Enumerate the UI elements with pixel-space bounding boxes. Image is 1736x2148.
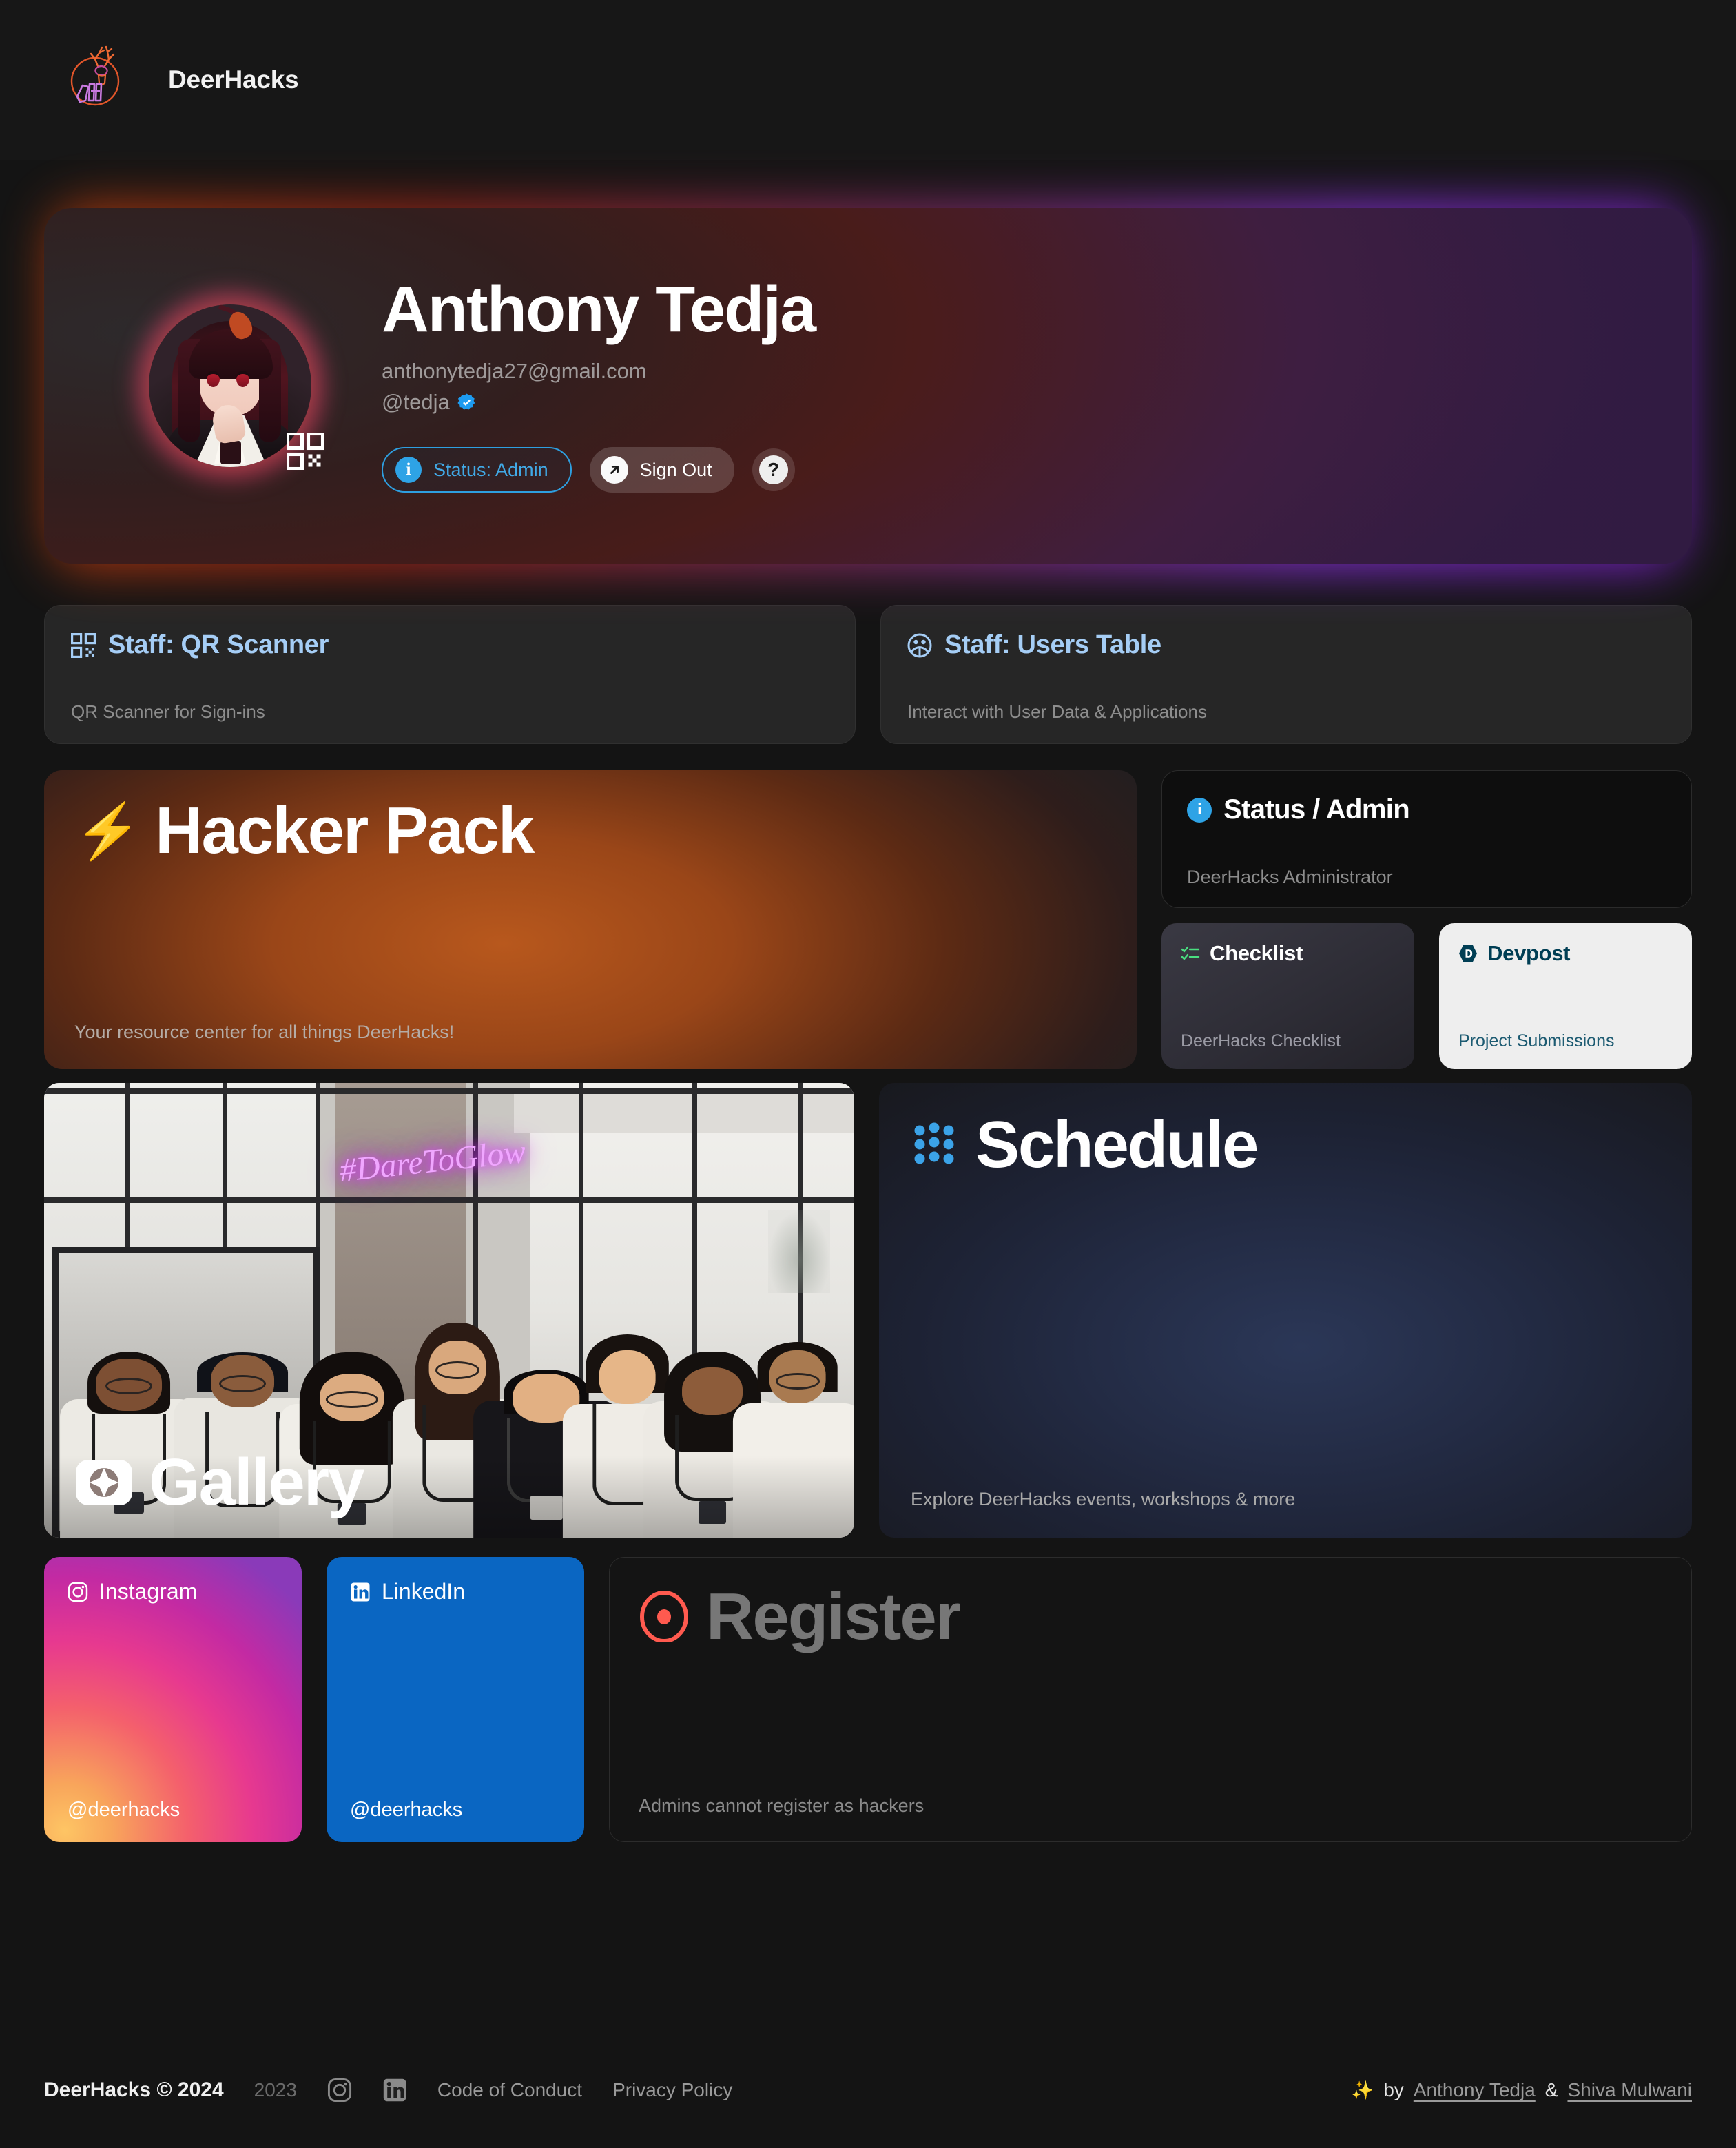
footer-brand: DeerHacks © 2024 <box>44 2078 224 2101</box>
register-title-row: Register <box>639 1584 1662 1650</box>
dashboard-page: DeerHacks Anthony Tedja anthonytedja27@g… <box>0 0 1736 2148</box>
nav-title: DeerHacks <box>168 65 299 94</box>
staff-users-table-title-row: Staff: Users Table <box>907 630 1665 660</box>
footer-year-link[interactable]: 2023 <box>254 2079 297 2101</box>
linkedin-handle: @deerhacks <box>350 1799 463 1821</box>
question-mark-icon: ? <box>758 455 788 485</box>
footer-link-privacy-policy[interactable]: Privacy Policy <box>612 2079 732 2101</box>
schedule-title: Schedule <box>975 1108 1259 1181</box>
linkedin-card[interactable]: LinkedIn @deerhacks <box>327 1557 584 1842</box>
devpost-logo-icon <box>1459 945 1477 962</box>
deerhacks-logo-icon[interactable] <box>61 41 132 118</box>
profile-handle: @tedja <box>382 390 450 415</box>
status-admin-title-row: i Status / Admin <box>1187 794 1666 825</box>
profile-info: Anthony Tedja anthonytedja27@gmail.com @… <box>382 275 1692 497</box>
mid-row: ⚡ Hacker Pack Your resource center for a… <box>44 770 1692 1069</box>
hacker-pack-subtitle: Your resource center for all things Deer… <box>74 1022 455 1042</box>
status-admin-title: Status / Admin <box>1223 794 1410 825</box>
schedule-subtitle: Explore DeerHacks events, workshops & mo… <box>911 1489 1296 1509</box>
avatar[interactable] <box>131 287 329 485</box>
checklist-card[interactable]: Checklist DeerHacks Checklist <box>1161 923 1414 1069</box>
register-card: Register Admins cannot register as hacke… <box>609 1557 1692 1842</box>
linkedin-icon <box>351 1582 370 1601</box>
staff-qr-scanner-card[interactable]: Staff: QR Scanner QR Scanner for Sign-in… <box>44 605 856 744</box>
instagram-icon <box>68 1582 88 1602</box>
status-badge-label: Status: Admin <box>433 459 548 480</box>
staff-qr-scanner-subtitle: QR Scanner for Sign-ins <box>71 701 265 722</box>
notion-dots-icon <box>914 1122 954 1164</box>
staff-users-table-card[interactable]: Staff: Users Table Interact with User Da… <box>880 605 1692 744</box>
staff-cards-row: Staff: QR Scanner QR Scanner for Sign-in… <box>44 605 1692 744</box>
devpost-subtitle: Project Submissions <box>1458 1031 1615 1051</box>
staff-qr-scanner-title: Staff: QR Scanner <box>108 630 329 659</box>
checklist-title: Checklist <box>1210 941 1303 965</box>
checklist-icon <box>1181 946 1200 960</box>
staff-qr-scanner-title-row: Staff: QR Scanner <box>71 630 829 660</box>
staff-users-table-subtitle: Interact with User Data & Applications <box>907 701 1207 722</box>
linkedin-icon[interactable] <box>382 2078 407 2103</box>
social-register-row: Instagram @deerhacks LinkedIn @deerhacks <box>44 1557 1692 1842</box>
profile-card: Anthony Tedja anthonytedja27@gmail.com @… <box>44 208 1692 564</box>
verified-check-badge-icon <box>457 393 475 410</box>
instagram-label: Instagram <box>99 1579 198 1604</box>
schedule-title-row: Schedule <box>911 1112 1660 1178</box>
lightning-bolt-icon: ⚡ <box>74 801 141 861</box>
info-circle-icon: i <box>395 457 422 484</box>
footer-author-anthony-tedja[interactable]: Anthony Tedja <box>1414 2079 1536 2101</box>
hacker-pack-title: Hacker Pack <box>155 794 535 867</box>
gallery-title: Gallery <box>149 1445 365 1519</box>
linkedin-title-row: LinkedIn <box>350 1579 561 1604</box>
sign-out-label: Sign Out <box>639 459 712 480</box>
profile-email: anthonytedja27@gmail.com <box>382 359 647 384</box>
footer-link-code-of-conduct[interactable]: Code of Conduct <box>437 2079 582 2101</box>
gallery-schedule-row: #DareToGlow Gallery Schedule Explore Dee… <box>44 1083 1692 1538</box>
register-subtitle: Admins cannot register as hackers <box>639 1795 924 1816</box>
status-admin-subtitle: DeerHacks Administrator <box>1187 867 1393 887</box>
users-group-icon <box>907 633 932 657</box>
instagram-title-row: Instagram <box>68 1579 278 1604</box>
footer-credits: ✨ by Anthony Tedja & Shiva Mulwani <box>1352 2079 1692 2101</box>
profile-card-wrapper: Anthony Tedja anthonytedja27@gmail.com @… <box>44 198 1692 576</box>
register-title: Register <box>706 1580 961 1653</box>
footer-credit-by: by <box>1383 2079 1404 2100</box>
instagram-card[interactable]: Instagram @deerhacks <box>44 1557 302 1842</box>
qr-code-icon <box>71 632 96 658</box>
sparkle-icon: ✨ <box>1351 2079 1374 2100</box>
info-circle-icon: i <box>1187 797 1212 823</box>
help-button[interactable]: ? <box>752 448 795 492</box>
right-column: i Status / Admin DeerHacks Administrator <box>1161 770 1692 1069</box>
linkedin-label: LinkedIn <box>382 1579 465 1604</box>
google-photos-icon <box>76 1460 132 1505</box>
schedule-card[interactable]: Schedule Explore DeerHacks events, works… <box>879 1083 1692 1538</box>
checklist-title-row: Checklist <box>1181 941 1395 966</box>
arrow-up-right-icon <box>600 456 628 484</box>
gallery-card[interactable]: #DareToGlow Gallery <box>44 1083 854 1538</box>
footer-inner: DeerHacks © 2024 2023 Code of Conduct Pr… <box>44 2032 1692 2148</box>
status-badge-button[interactable]: i Status: Admin <box>382 447 572 493</box>
footer-author-shiva-mulwani[interactable]: Shiva Mulwani <box>1567 2079 1692 2101</box>
devpost-card[interactable]: Devpost Project Submissions <box>1439 923 1692 1069</box>
checklist-subtitle: DeerHacks Checklist <box>1181 1031 1341 1051</box>
footer-left: DeerHacks © 2024 2023 Code of Conduct Pr… <box>44 2078 732 2103</box>
instagram-handle: @deerhacks <box>68 1799 180 1821</box>
instagram-icon[interactable] <box>327 2078 352 2103</box>
profile-handle-row: @tedja <box>382 387 1692 418</box>
status-admin-card[interactable]: i Status / Admin DeerHacks Administrator <box>1161 770 1692 908</box>
hacker-pack-card[interactable]: ⚡ Hacker Pack Your resource center for a… <box>44 770 1137 1069</box>
main-content: Anthony Tedja anthonytedja27@gmail.com @… <box>0 160 1736 2032</box>
staff-users-table-title: Staff: Users Table <box>944 630 1161 659</box>
record-circle-icon <box>640 1591 688 1642</box>
hacker-pack-title-row: ⚡ Hacker Pack <box>74 798 1106 864</box>
profile-actions: i Status: Admin Sign Out ? <box>382 447 1692 493</box>
sign-out-button[interactable]: Sign Out <box>589 447 734 493</box>
devpost-title: Devpost <box>1487 941 1571 965</box>
qr-code-icon[interactable] <box>287 433 324 470</box>
footer-credit-amp: & <box>1544 2079 1558 2100</box>
gallery-label: Gallery <box>74 1445 365 1519</box>
mini-cards-row: Checklist DeerHacks Checklist Devpost Pr… <box>1161 923 1692 1069</box>
page-title: Anthony Tedja <box>382 272 816 346</box>
devpost-title-row: Devpost <box>1458 941 1673 966</box>
navbar: DeerHacks <box>0 0 1736 160</box>
footer: DeerHacks © 2024 2023 Code of Conduct Pr… <box>0 2032 1736 2148</box>
